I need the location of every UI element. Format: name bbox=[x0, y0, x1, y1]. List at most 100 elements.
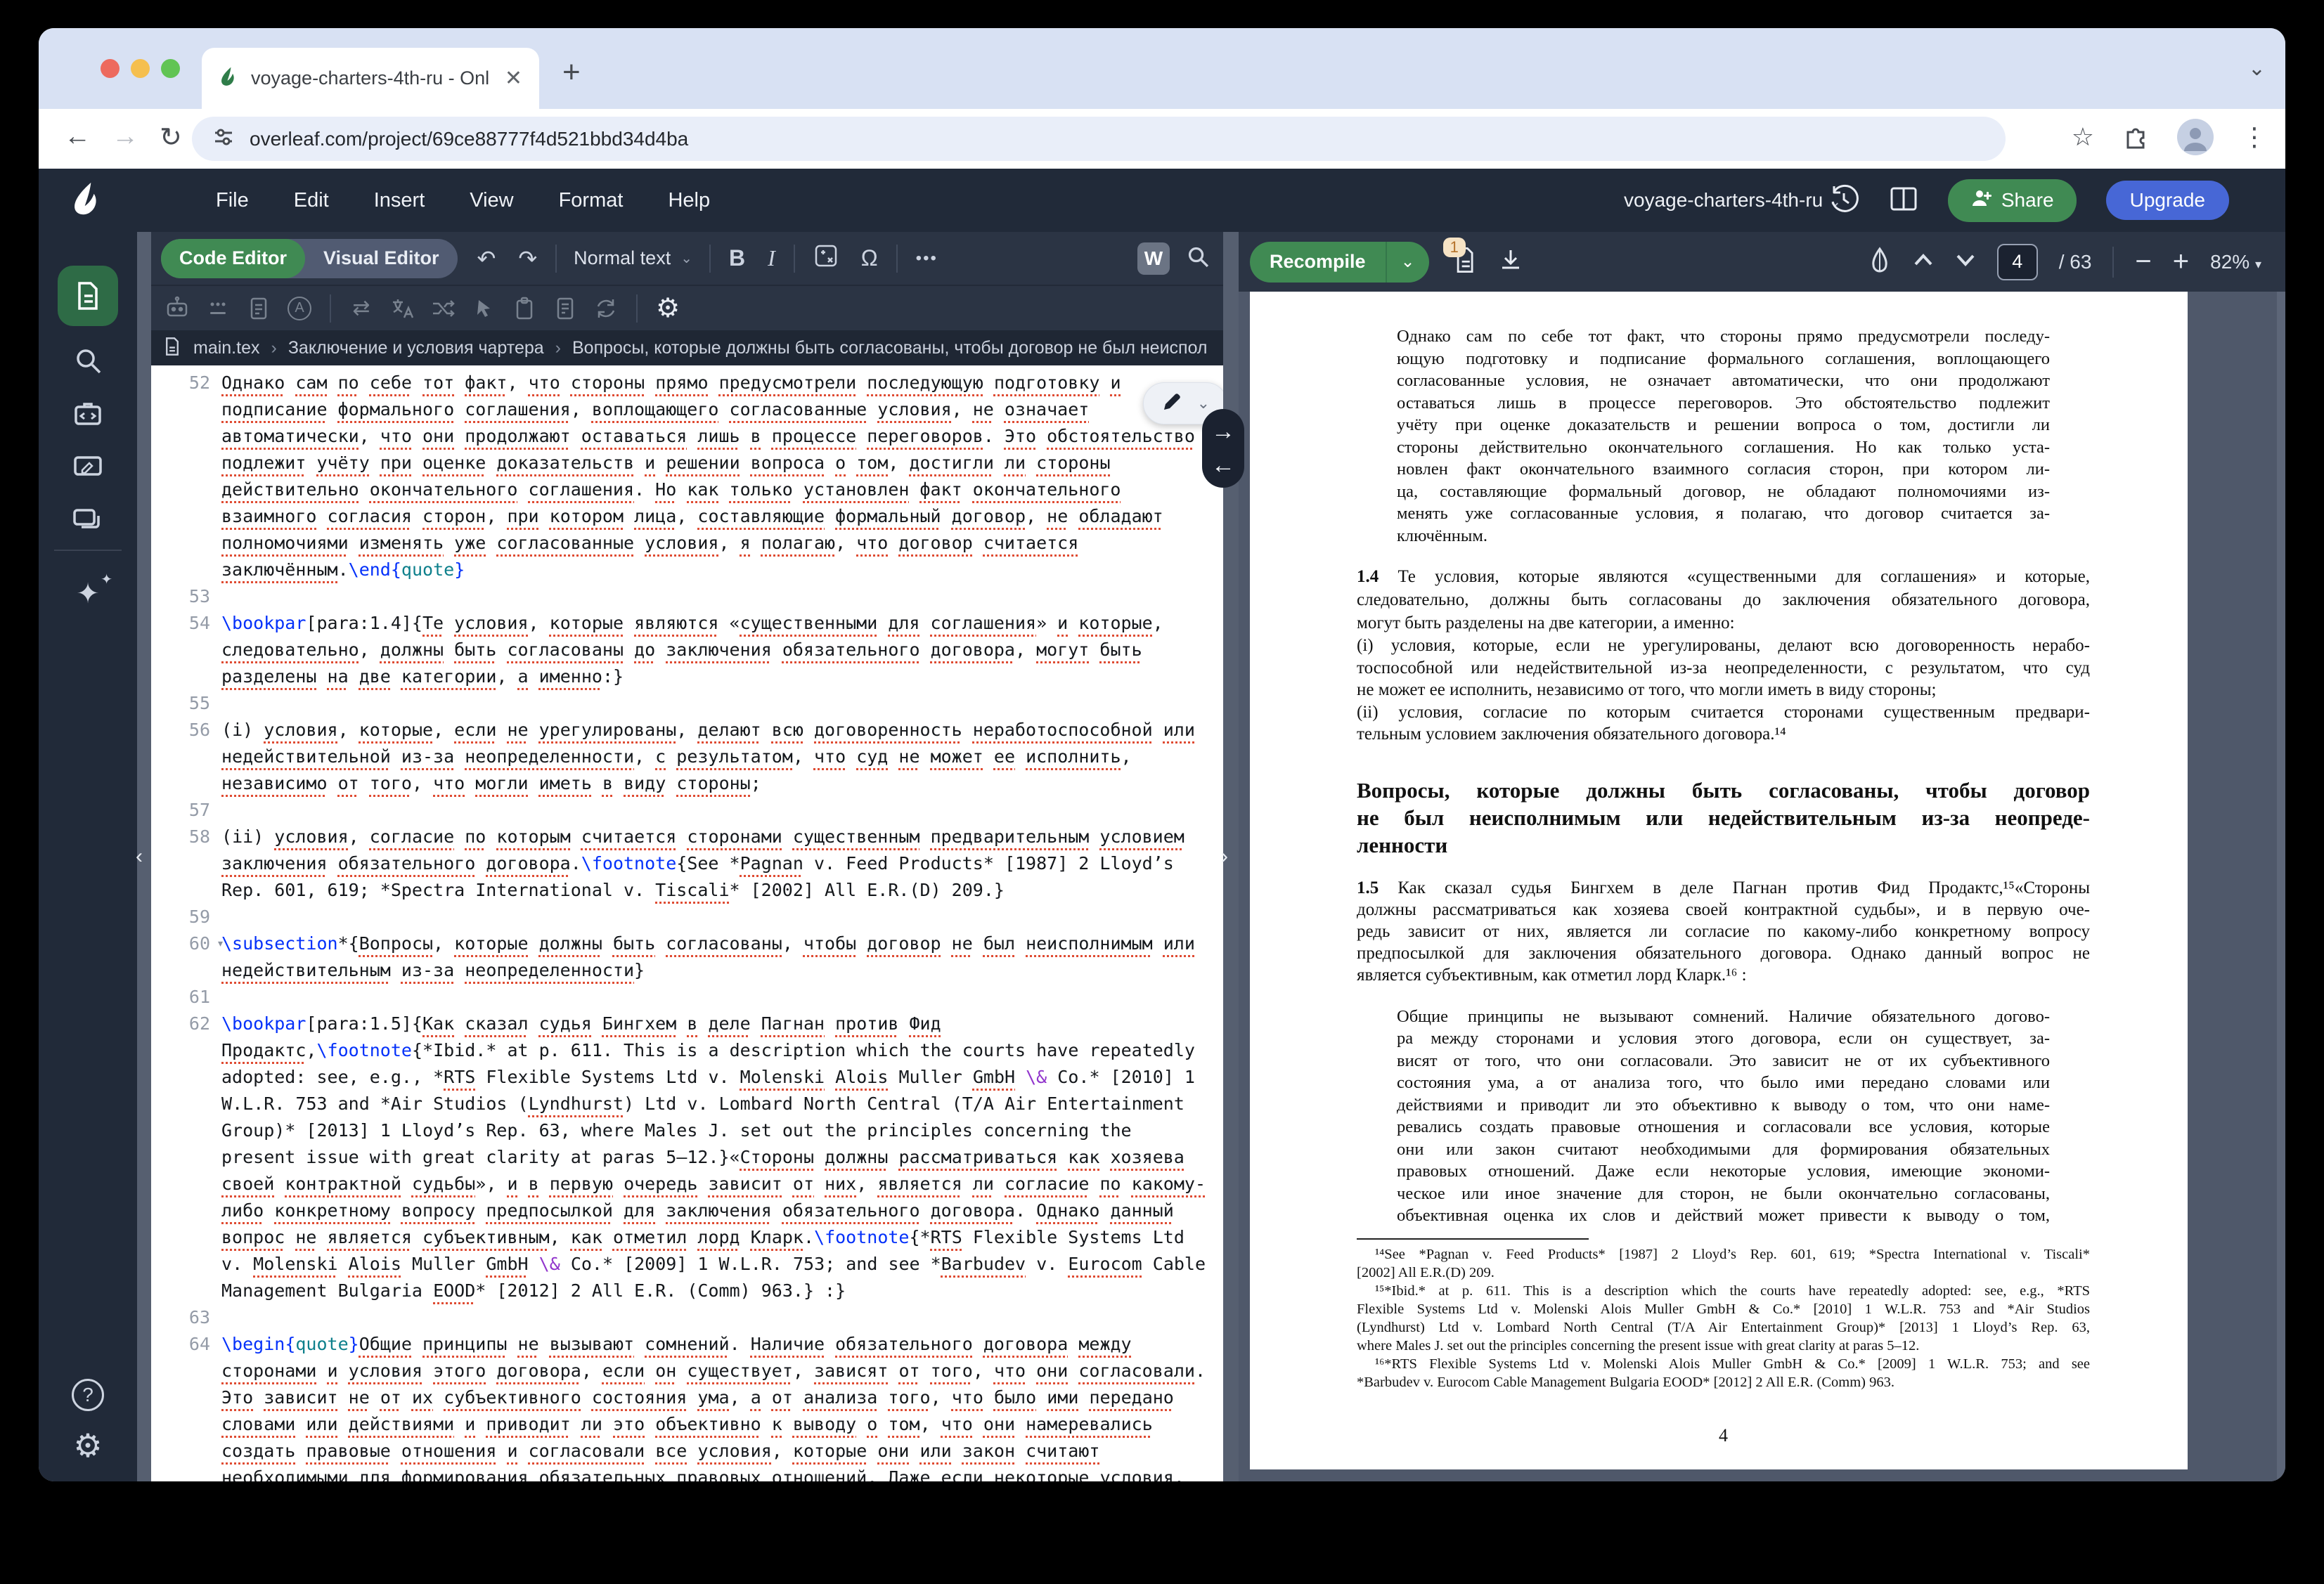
share-button[interactable]: Share bbox=[1948, 179, 2077, 222]
review-icon[interactable] bbox=[58, 437, 118, 498]
toolbar-more-icon[interactable]: ••• bbox=[916, 249, 938, 268]
zoom-out-icon[interactable]: − bbox=[2135, 246, 2151, 278]
browser-menu-icon[interactable]: ⋮ bbox=[2242, 122, 2267, 152]
code-line-content[interactable]: \bookpar[para:1.4]{Те условия, которые я… bbox=[221, 610, 1223, 690]
code-line-content[interactable]: \begin{quote}Общие принципы не вызывают … bbox=[221, 1331, 1223, 1481]
code-line-content[interactable] bbox=[221, 984, 1223, 1011]
compile-log-button[interactable]: 1 bbox=[1450, 246, 1478, 278]
breadcrumb-item[interactable]: Вопросы, которые должны быть согласованы… bbox=[572, 338, 1208, 358]
widget-chevron-down-icon[interactable]: ⌄ bbox=[1197, 394, 1210, 413]
editor-search-icon[interactable] bbox=[1185, 244, 1211, 273]
history-icon[interactable] bbox=[1828, 183, 1859, 218]
contrast-icon[interactable] bbox=[1868, 247, 1892, 277]
pdf-scrollbar[interactable] bbox=[2277, 292, 2285, 1481]
pdf-viewer[interactable]: Однако сам по себе тот факт, что стороны… bbox=[1239, 292, 2285, 1481]
code-editor-tab[interactable]: Code Editor bbox=[161, 239, 305, 278]
profile-avatar[interactable] bbox=[2177, 119, 2214, 155]
ai-sparkle-icon[interactable]: ✦✦ bbox=[58, 564, 118, 624]
code-line-content[interactable] bbox=[221, 904, 1223, 930]
italic-button[interactable]: I bbox=[768, 245, 775, 271]
editor-settings-gear-icon[interactable]: ⚙ bbox=[650, 291, 685, 326]
code-line[interactable]: 56(i) условия, которые, если не урегулир… bbox=[151, 717, 1223, 797]
code-line-content[interactable]: \subsection*{Вопросы, которые должны быт… bbox=[221, 930, 1223, 984]
minimize-window-button[interactable] bbox=[131, 59, 150, 78]
code-line-content[interactable]: (ii) условия, согласие по которым считае… bbox=[221, 824, 1223, 904]
back-button[interactable]: ← bbox=[64, 122, 91, 152]
jump-to-pdf-icon[interactable]: → bbox=[1211, 420, 1235, 443]
symbol-omega-button[interactable]: Ω bbox=[861, 245, 878, 271]
prev-page-icon[interactable] bbox=[1913, 252, 1934, 272]
extensions-icon[interactable] bbox=[2122, 122, 2149, 152]
overleaf-logo-icon[interactable] bbox=[70, 181, 106, 221]
code-line[interactable]: 52Однако сам по себе тот факт, что сторо… bbox=[151, 370, 1223, 583]
translate-icon[interactable] bbox=[385, 291, 420, 326]
menu-format[interactable]: Format bbox=[559, 189, 624, 212]
code-line[interactable]: 58(ii) условия, согласие по которым счит… bbox=[151, 824, 1223, 904]
breadcrumb[interactable]: main.tex ›Заключение и условия чартера›В… bbox=[151, 330, 1223, 365]
pencil-icon[interactable] bbox=[1161, 391, 1183, 417]
code-line-content[interactable] bbox=[221, 1304, 1223, 1331]
zoom-in-icon[interactable]: + bbox=[2173, 246, 2189, 278]
code-line[interactable]: 55 bbox=[151, 690, 1223, 717]
menu-file[interactable]: File bbox=[216, 189, 249, 212]
expand-left-panel-icon[interactable]: ‹ bbox=[136, 845, 143, 869]
cursor-icon[interactable] bbox=[466, 291, 501, 326]
resync-icon[interactable] bbox=[588, 291, 624, 326]
suggestions-icon[interactable] bbox=[200, 291, 235, 326]
reload-button[interactable]: ↻ bbox=[160, 122, 182, 153]
zoom-window-button[interactable] bbox=[161, 59, 180, 78]
paragraph-style-dropdown[interactable]: Normal text⌄ bbox=[574, 247, 692, 269]
file-tree-collapsed-strip[interactable]: ‹ bbox=[137, 232, 151, 1481]
search-icon[interactable] bbox=[58, 330, 118, 391]
zoom-level-dropdown[interactable]: 82% ▾ bbox=[2210, 251, 2261, 273]
code-line-content[interactable]: \bookpar[para:1.5]{Как сказал судья Бинг… bbox=[221, 1011, 1223, 1304]
menu-edit[interactable]: Edit bbox=[294, 189, 329, 212]
spellcheck-icon[interactable]: A bbox=[282, 291, 317, 326]
upgrade-button[interactable]: Upgrade bbox=[2106, 181, 2229, 220]
compare-doc-icon[interactable] bbox=[548, 291, 583, 326]
file-tree-icon[interactable] bbox=[58, 266, 118, 326]
visual-editor-tab[interactable]: Visual Editor bbox=[305, 247, 458, 269]
bookmark-star-icon[interactable]: ☆ bbox=[2072, 122, 2094, 152]
redo-icon[interactable]: ↷ bbox=[518, 245, 537, 272]
code-line-content[interactable]: Однако сам по себе тот факт, что стороны… bbox=[221, 370, 1223, 583]
writefull-icon[interactable]: W bbox=[1137, 242, 1170, 275]
breadcrumb-item[interactable]: Заключение и условия чартера bbox=[288, 338, 544, 358]
code-line-content[interactable] bbox=[221, 690, 1223, 717]
close-window-button[interactable] bbox=[101, 59, 120, 78]
code-line[interactable]: 64\begin{quote}Общие принципы не вызываю… bbox=[151, 1331, 1223, 1481]
code-line-content[interactable] bbox=[221, 797, 1223, 824]
new-tab-button[interactable]: + bbox=[562, 55, 581, 90]
code-line[interactable]: 57 bbox=[151, 797, 1223, 824]
menu-view[interactable]: View bbox=[470, 189, 513, 212]
forward-button[interactable]: → bbox=[112, 122, 138, 152]
recompile-button[interactable]: Recompile ⌄ bbox=[1250, 242, 1429, 283]
download-pdf-icon[interactable] bbox=[1497, 246, 1525, 278]
code-line[interactable]: 61 bbox=[151, 984, 1223, 1011]
menu-help[interactable]: Help bbox=[668, 189, 710, 212]
integrations-icon[interactable] bbox=[58, 384, 118, 444]
undo-icon[interactable]: ↶ bbox=[477, 245, 496, 272]
paste-icon[interactable] bbox=[507, 291, 542, 326]
tab-close-icon[interactable]: ✕ bbox=[505, 68, 522, 89]
chat-icon[interactable] bbox=[58, 491, 118, 551]
project-name[interactable]: voyage-charters-4th-ru ⌄ bbox=[1624, 189, 1841, 212]
swap-arrows-icon[interactable]: ⇄ bbox=[344, 291, 379, 326]
code-editor-content[interactable]: 52Однако сам по себе тот факт, что сторо… bbox=[151, 365, 1223, 1481]
jump-to-code-icon[interactable]: ← bbox=[1211, 453, 1235, 477]
bold-button[interactable]: B bbox=[729, 245, 745, 271]
code-line[interactable]: 53 bbox=[151, 583, 1223, 610]
code-line[interactable]: 60▾\subsection*{Вопросы, которые должны … bbox=[151, 930, 1223, 984]
ai-assistant-icon[interactable] bbox=[160, 291, 195, 326]
layout-icon[interactable] bbox=[1889, 184, 1918, 217]
shuffle-icon[interactable] bbox=[425, 291, 460, 326]
site-settings-icon[interactable] bbox=[213, 126, 234, 151]
editor-mode-toggle[interactable]: Code Editor Visual Editor bbox=[161, 239, 458, 278]
recompile-dropdown-icon[interactable]: ⌄ bbox=[1387, 252, 1429, 272]
math-insert-icon[interactable] bbox=[813, 243, 839, 274]
code-line[interactable]: 59 bbox=[151, 904, 1223, 930]
settings-gear-icon[interactable]: ⚙ bbox=[58, 1415, 118, 1476]
menu-insert[interactable]: Insert bbox=[374, 189, 425, 212]
fold-marker-icon[interactable]: ▾ bbox=[217, 930, 224, 957]
browser-tab[interactable]: voyage-charters-4th-ru - Onl ✕ bbox=[202, 48, 539, 109]
